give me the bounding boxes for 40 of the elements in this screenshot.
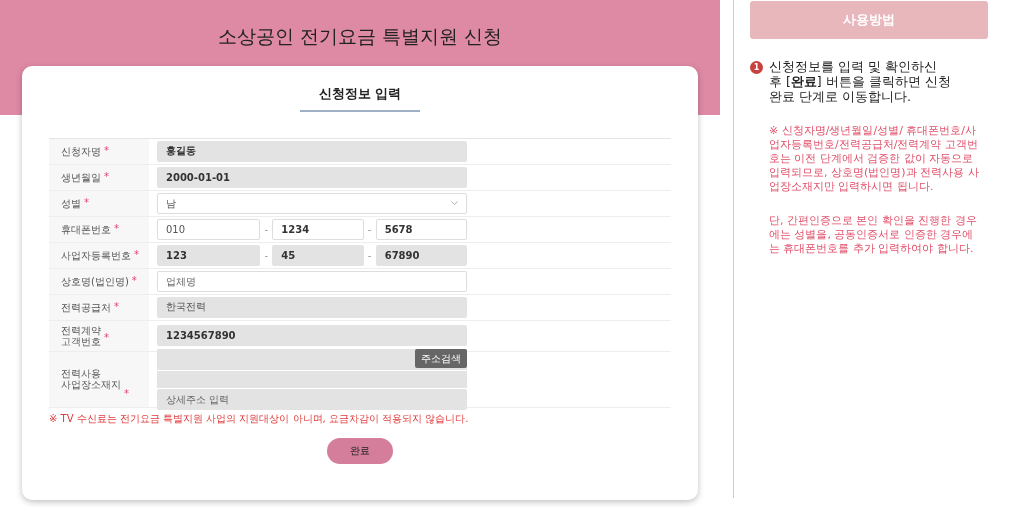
field-label: 성별 bbox=[61, 197, 81, 209]
step-text: 신청정보를 입력 및 확인하신 후 [완료] 버튼을 클릭하면 신청 완료 단계로 이동합니다. bbox=[769, 59, 951, 104]
guide-title: 사용방법 bbox=[843, 11, 895, 30]
chevron-down-icon bbox=[451, 201, 458, 205]
required-mark: * bbox=[114, 221, 119, 236]
required-mark: * bbox=[104, 143, 109, 158]
select-field[interactable]: 남 bbox=[157, 192, 467, 214]
input-field[interactable]: 5678 bbox=[375, 218, 467, 240]
field-label: 전력공급처 bbox=[61, 301, 111, 313]
required-mark: * bbox=[104, 330, 109, 345]
separator-text: - bbox=[263, 248, 270, 263]
field-label: 전력사용 사업장소재지 bbox=[61, 368, 121, 390]
page-title: 소상공인 전기요금 특별지원 신청 bbox=[217, 24, 503, 49]
field-label: 사업자등록번호 bbox=[61, 249, 131, 261]
input-field[interactable]: 010 bbox=[157, 218, 261, 240]
separator-text: - bbox=[366, 248, 373, 263]
step-number: 1 bbox=[750, 61, 763, 74]
field-label: 신청자명 bbox=[61, 145, 101, 157]
guide-note: 단, 간편인증으로 본인 확인을 진행한 경우에는 성별을, 공동인증서로 인증한 경우에는 휴대폰번호를 추가 입력하여야 합니다. bbox=[769, 214, 978, 256]
required-mark: * bbox=[131, 273, 137, 288]
separator-text: - bbox=[366, 222, 373, 237]
address-search-button[interactable]: 주소검색 bbox=[415, 348, 467, 368]
field-label: 전력계약 고객번호 bbox=[61, 324, 101, 347]
required-mark: * bbox=[104, 169, 109, 184]
field-label: 상호명(법인명) bbox=[61, 275, 129, 287]
notice-text: ※ TV 수신료는 전기요금 특별지원 사업의 지원대상이 아니며, 요금차감이 적용되지 않습니다. bbox=[49, 411, 470, 426]
submit-button[interactable]: 완료 bbox=[327, 437, 393, 464]
required-mark: * bbox=[114, 299, 119, 314]
input-field[interactable]: 업체명 bbox=[157, 270, 467, 292]
guide-note: ※ 신청자명/생년월일/성별/ 휴대폰번호/사업자등록번호/전력공급처/전력계약 고객번호는 이전 단계에서 검증한 값이 자동으로 입력되므로, 상호명(법인명)과 전력사용 사업장소재지만 입력하시면 됩니다. bbox=[769, 124, 980, 194]
input-field[interactable]: 1234 bbox=[272, 218, 364, 240]
required-mark: * bbox=[84, 195, 89, 210]
field-label: 생년월일 bbox=[61, 171, 101, 183]
address-field[interactable] bbox=[157, 370, 467, 388]
separator-text: - bbox=[263, 222, 270, 237]
form-title: 신청정보 입력 bbox=[318, 85, 402, 103]
required-mark: * bbox=[124, 386, 129, 401]
input-field[interactable]: 상세주소 입력 bbox=[157, 388, 467, 410]
field-label: 휴대폰번호 bbox=[61, 223, 111, 235]
required-mark: * bbox=[134, 247, 139, 262]
